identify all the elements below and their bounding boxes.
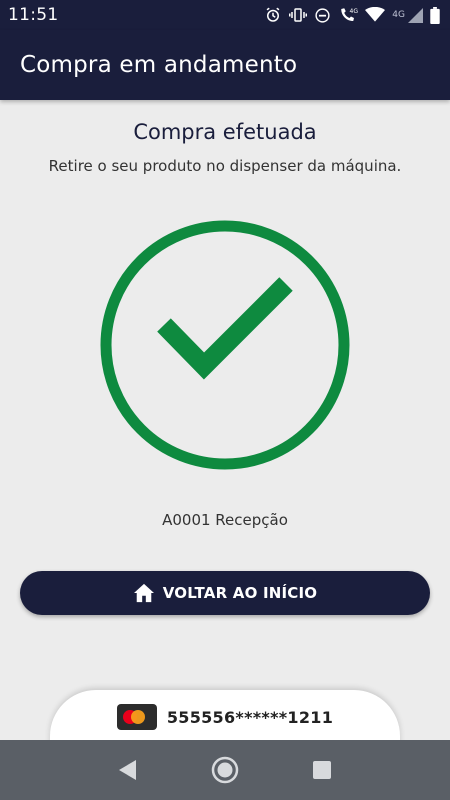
status-bar: 11:51 4G 4G (0, 0, 450, 30)
home-icon (133, 583, 154, 603)
card-number: 555556******1211 (166, 707, 334, 727)
machine-location: A0001 Recepção (162, 511, 288, 529)
check-circle-icon (100, 220, 350, 470)
svg-text:4G: 4G (350, 8, 359, 15)
purchase-instruction: Retire o seu produto no dispenser da máq… (48, 157, 402, 175)
main-content: Compra efetuada Retire o seu produto no … (0, 100, 450, 780)
recents-icon (312, 761, 331, 779)
nav-recents-button[interactable] (302, 750, 342, 790)
home-circle-icon (211, 756, 239, 784)
back-to-home-label: VOLTAR AO INÍCIO (162, 584, 318, 602)
payment-card-row: 555556******1211 (116, 704, 334, 730)
signal-icon (408, 7, 423, 23)
mastercard-yellow-circle (130, 710, 145, 724)
wifi-calling-icon: 4G (341, 8, 359, 21)
system-nav-bar (0, 740, 450, 800)
do-not-disturb-icon (315, 7, 330, 23)
vibrate-icon (289, 8, 308, 22)
alarm-icon (266, 7, 280, 22)
wifi-icon (365, 7, 386, 22)
status-time: 11:51 (8, 5, 59, 25)
nav-back-button[interactable] (108, 750, 148, 790)
back-icon (119, 760, 137, 780)
back-to-home-button[interactable]: VOLTAR AO INÍCIO (20, 571, 430, 615)
mastercard-icon (116, 704, 157, 730)
battery-icon (430, 6, 440, 24)
network-label: 4G (392, 10, 405, 20)
status-icons: 4G 4G (264, 6, 440, 24)
app-bar: Compra em andamento (0, 30, 450, 100)
purchase-status-title: Compra efetuada (133, 120, 317, 144)
nav-home-button[interactable] (205, 750, 245, 790)
page-title: Compra em andamento (20, 52, 298, 78)
